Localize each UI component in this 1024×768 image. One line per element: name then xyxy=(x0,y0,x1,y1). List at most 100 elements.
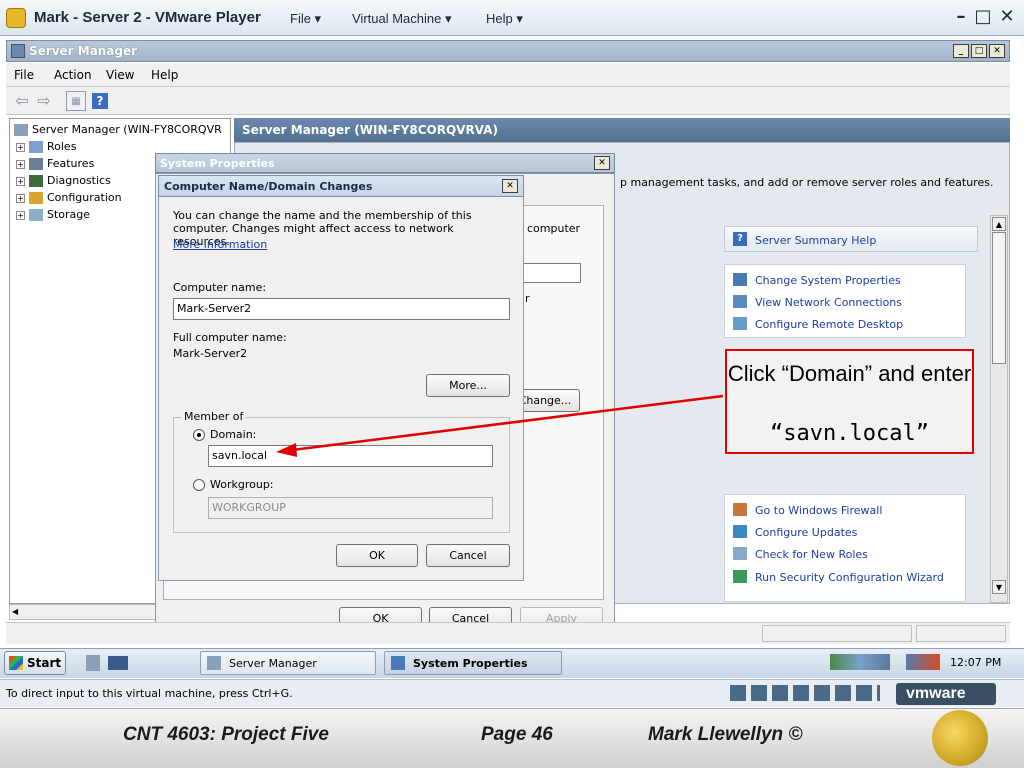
server-manager-title-bar: Server Manager _ □ ✕ xyxy=(6,40,1010,62)
server-icon xyxy=(14,124,28,136)
full-computer-name-value: Mark-Server2 xyxy=(173,347,248,360)
network-volume-tray-icons[interactable] xyxy=(906,654,940,670)
diagnostics-icon xyxy=(29,175,43,187)
tray-icons[interactable] xyxy=(830,654,890,670)
tree-item-configuration[interactable]: + Configuration xyxy=(16,191,122,204)
computer-name-dialog-title: Computer Name/Domain Changes xyxy=(164,180,373,193)
expand-icon[interactable]: + xyxy=(16,159,25,169)
domain-radio[interactable] xyxy=(193,429,205,441)
forward-arrow-icon[interactable]: ⇨ xyxy=(34,91,54,111)
tree-item-roles[interactable]: + Roles xyxy=(16,140,76,153)
tree-item-diagnostics[interactable]: + Diagnostics xyxy=(16,174,111,187)
scroll-up-icon[interactable]: ▲ xyxy=(992,217,1006,231)
status-pane xyxy=(762,625,912,642)
computer-name-cancel-button[interactable]: Cancel xyxy=(426,544,510,567)
taskbar-server-manager[interactable]: Server Manager xyxy=(200,651,376,675)
server-manager-title: Server Manager xyxy=(29,44,138,58)
member-of-label: Member of xyxy=(181,410,247,423)
minimize-icon[interactable]: _ xyxy=(953,44,969,58)
domain-label: Domain: xyxy=(210,428,257,441)
computer-name-ok-button[interactable]: OK xyxy=(336,544,418,567)
taskbar-system-properties[interactable]: System Properties xyxy=(384,651,562,675)
system-properties-title: System Properties xyxy=(160,157,275,170)
toolbar: ⇦ ⇨ ▦ ? xyxy=(6,87,1010,115)
close-icon[interactable]: ✕ xyxy=(594,156,610,170)
menu-file[interactable]: File xyxy=(14,68,34,82)
show-hide-tree-icon[interactable]: ▦ xyxy=(66,91,86,111)
expand-icon[interactable]: + xyxy=(16,176,25,186)
scroll-down-icon[interactable]: ▼ xyxy=(992,580,1006,594)
system-properties-text-fragment-r: r xyxy=(525,292,530,305)
network-connections-icon xyxy=(733,295,747,308)
workgroup-label: Workgroup: xyxy=(210,478,274,491)
menu-view[interactable]: View xyxy=(106,68,134,82)
expand-icon[interactable]: + xyxy=(16,193,25,203)
footer-author: Mark Llewellyn © xyxy=(648,724,803,745)
tree-item-features[interactable]: + Features xyxy=(16,157,94,170)
menu-action[interactable]: Action xyxy=(54,68,92,82)
tree-item-storage[interactable]: + Storage xyxy=(16,208,90,221)
status-pane xyxy=(916,625,1006,642)
server-manager-status-bar xyxy=(6,622,1010,644)
computer-name-input[interactable]: Mark-Server2 xyxy=(173,298,510,320)
full-computer-name-label: Full computer name: xyxy=(173,331,287,344)
security-wizard-icon xyxy=(733,570,747,583)
ucf-pegasus-logo xyxy=(932,710,988,766)
computer-name-label: Computer name: xyxy=(173,281,267,294)
scrollbar-thumb[interactable] xyxy=(992,232,1006,364)
domain-input[interactable]: savn.local xyxy=(208,445,493,467)
check-for-new-roles-link[interactable]: Check for New Roles xyxy=(755,548,868,561)
system-properties-text-fragment: computer xyxy=(527,222,581,235)
clock: 12:07 PM xyxy=(950,656,1002,669)
vmware-app-icon xyxy=(6,8,26,28)
vmware-menu-file[interactable]: File ▾ xyxy=(290,11,321,27)
change-system-properties-link[interactable]: Change System Properties xyxy=(755,274,901,287)
go-to-windows-firewall-link[interactable]: Go to Windows Firewall xyxy=(755,504,882,517)
maximize-icon[interactable]: □ xyxy=(972,6,994,28)
vmware-device-icons[interactable] xyxy=(730,685,880,701)
more-button[interactable]: More... xyxy=(426,374,510,397)
server-summary-help-bar[interactable]: ? Server Summary Help xyxy=(724,226,978,252)
system-properties-icon xyxy=(391,656,405,670)
close-icon[interactable]: ✕ xyxy=(989,44,1005,58)
server-summary-help-link[interactable]: Server Summary Help xyxy=(755,234,876,247)
expand-icon[interactable]: + xyxy=(16,142,25,152)
check-roles-icon xyxy=(733,547,747,560)
vmware-title-bar: Mark - Server 2 - VMware Player File ▾ V… xyxy=(0,0,1024,36)
vmware-window-title: Mark - Server 2 - VMware Player xyxy=(34,9,261,26)
vmware-logo: vmware xyxy=(906,685,966,702)
workgroup-radio[interactable] xyxy=(193,479,205,491)
callout-line-1: Click “Domain” and enter xyxy=(727,361,972,386)
workgroup-input[interactable]: WORKGROUP xyxy=(208,497,493,519)
maximize-icon[interactable]: □ xyxy=(971,44,987,58)
vmware-menu-help[interactable]: Help ▾ xyxy=(486,11,523,27)
show-desktop-icon[interactable] xyxy=(108,656,128,670)
help-icon: ? xyxy=(733,232,747,246)
scroll-left-icon[interactable]: ◀ xyxy=(12,607,18,616)
computer-description-field[interactable] xyxy=(523,263,581,283)
view-network-connections-link[interactable]: View Network Connections xyxy=(755,296,902,309)
configure-updates-link[interactable]: Configure Updates xyxy=(755,526,857,539)
storage-icon xyxy=(29,209,43,221)
start-button[interactable]: Start xyxy=(4,651,66,675)
footer-page: Page 46 xyxy=(481,724,553,745)
configure-remote-desktop-link[interactable]: Configure Remote Desktop xyxy=(755,318,903,331)
run-security-configuration-wizard-link[interactable]: Run Security Configuration Wizard xyxy=(755,571,944,584)
menu-help[interactable]: Help xyxy=(151,68,178,82)
windows-logo-icon xyxy=(9,656,23,670)
roles-icon xyxy=(29,141,43,153)
back-arrow-icon[interactable]: ⇦ xyxy=(12,91,32,111)
vmware-menu-virtual-machine[interactable]: Virtual Machine ▾ xyxy=(352,11,452,27)
more-information-link[interactable]: More information xyxy=(173,238,267,251)
system-properties-title-bar: System Properties ✕ xyxy=(155,153,615,173)
features-icon xyxy=(29,158,43,170)
minimize-icon[interactable]: – xyxy=(950,6,972,28)
main-pane-header: Server Manager (WIN-FY8CORQVRVA) xyxy=(234,118,1010,142)
tree-item-server-manager[interactable]: Server Manager (WIN-FY8CORQVR xyxy=(14,123,222,136)
close-icon[interactable]: ✕ xyxy=(502,179,518,193)
expand-icon[interactable]: + xyxy=(16,210,25,220)
help-icon[interactable]: ? xyxy=(92,93,108,109)
server-manager-quicklaunch-icon[interactable] xyxy=(86,655,100,671)
close-icon[interactable]: ✕ xyxy=(996,6,1018,28)
vmware-status-bar: To direct input to this virtual machine,… xyxy=(0,679,1024,707)
